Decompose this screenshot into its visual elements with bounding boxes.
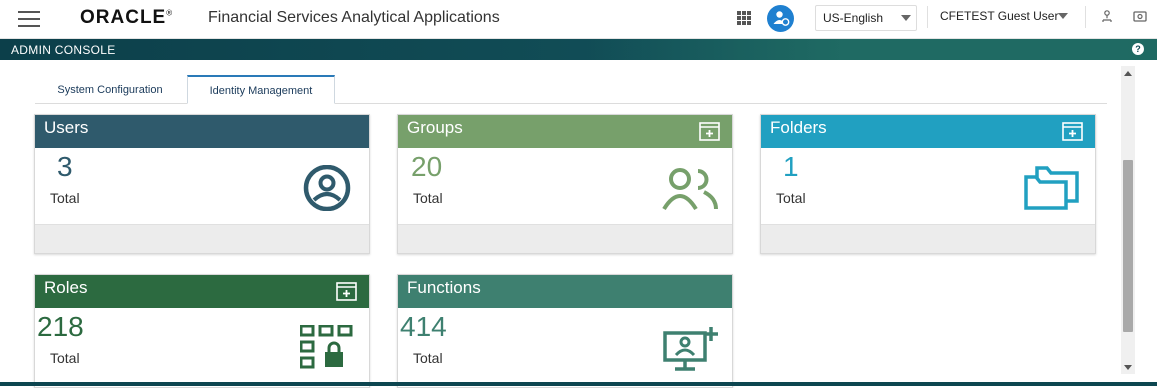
- card-count: 3: [57, 151, 73, 182]
- card-footer: [398, 224, 732, 253]
- users-icon: [662, 168, 718, 211]
- hamburger-icon[interactable]: [18, 11, 40, 27]
- card-total-label: Total: [50, 350, 80, 366]
- top-bar: ORACLE® Financial Services Analytical Ap…: [0, 0, 1157, 39]
- user-circle-icon: [303, 165, 351, 211]
- language-select[interactable]: US-English: [815, 5, 917, 31]
- groups-card[interactable]: Groups 20 Total: [397, 114, 733, 254]
- card-count: 218: [37, 311, 84, 342]
- card-title: Users: [44, 118, 89, 137]
- card-header: Users: [35, 115, 369, 148]
- bottom-border: [0, 382, 1157, 386]
- app-title: Financial Services Analytical Applicatio…: [208, 9, 500, 26]
- card-count: 414: [400, 311, 447, 342]
- user-circle-icon[interactable]: [767, 5, 794, 32]
- card-title: Functions: [407, 278, 481, 297]
- scroll-up-icon[interactable]: [1124, 71, 1132, 76]
- chevron-down-icon[interactable]: [1058, 13, 1068, 19]
- divider: [927, 6, 928, 28]
- roles-card[interactable]: Roles 218 Total: [34, 274, 370, 388]
- users-card[interactable]: Users 3 Total: [34, 114, 370, 254]
- add-folder-icon[interactable]: [1062, 122, 1083, 141]
- tab-label: System Configuration: [57, 84, 163, 96]
- add-role-icon[interactable]: [336, 282, 357, 301]
- card-header: Roles: [35, 275, 369, 308]
- vertical-scrollbar[interactable]: [1121, 66, 1135, 374]
- tab-bar: System Configuration Identity Management: [35, 75, 1107, 104]
- card-total-label: Total: [776, 190, 806, 206]
- card-header: Groups: [398, 115, 732, 148]
- roles-grid-icon: [300, 325, 353, 369]
- card-header: Functions: [398, 275, 732, 308]
- card-total-label: Total: [50, 190, 80, 206]
- folders-card[interactable]: Folders 1 Total: [760, 114, 1096, 254]
- functions-card[interactable]: Functions 414 Total: [397, 274, 733, 388]
- language-value: US-English: [823, 11, 884, 25]
- oracle-logo: ORACLE®: [80, 7, 174, 28]
- card-title: Groups: [407, 118, 463, 137]
- user-name: CFETEST Guest User: [940, 9, 1059, 23]
- hierarchy-icon[interactable]: [1100, 10, 1114, 24]
- user-menu[interactable]: CFETEST Guest User: [940, 9, 1058, 23]
- card-header: Folders: [761, 115, 1095, 148]
- card-title: Folders: [770, 118, 827, 137]
- add-group-icon[interactable]: [699, 122, 720, 141]
- tab-identity-management[interactable]: Identity Management: [187, 75, 335, 104]
- card-footer: [761, 224, 1095, 253]
- card-count: 20: [411, 151, 443, 182]
- scroll-down-icon[interactable]: [1124, 365, 1132, 370]
- chevron-down-icon: [901, 15, 911, 21]
- main-content: System Configuration Identity Management…: [0, 60, 1120, 388]
- divider: [1085, 6, 1086, 28]
- help-icon[interactable]: ?: [1132, 43, 1144, 55]
- card-count: 1: [783, 151, 799, 182]
- tab-label: Identity Management: [209, 85, 313, 97]
- card-footer: [35, 224, 369, 253]
- monitor-add-icon: [663, 327, 718, 371]
- grid-icon[interactable]: [737, 11, 751, 25]
- folders-icon: [1024, 166, 1079, 210]
- card-total-label: Total: [413, 350, 443, 366]
- screen-icon[interactable]: [1133, 10, 1147, 24]
- tab-system-configuration[interactable]: System Configuration: [35, 76, 185, 103]
- banner-title: ADMIN CONSOLE: [11, 43, 116, 57]
- admin-console-banner: ADMIN CONSOLE ?: [0, 39, 1157, 60]
- card-title: Roles: [44, 278, 88, 297]
- card-total-label: Total: [413, 190, 443, 206]
- scroll-thumb[interactable]: [1123, 160, 1133, 332]
